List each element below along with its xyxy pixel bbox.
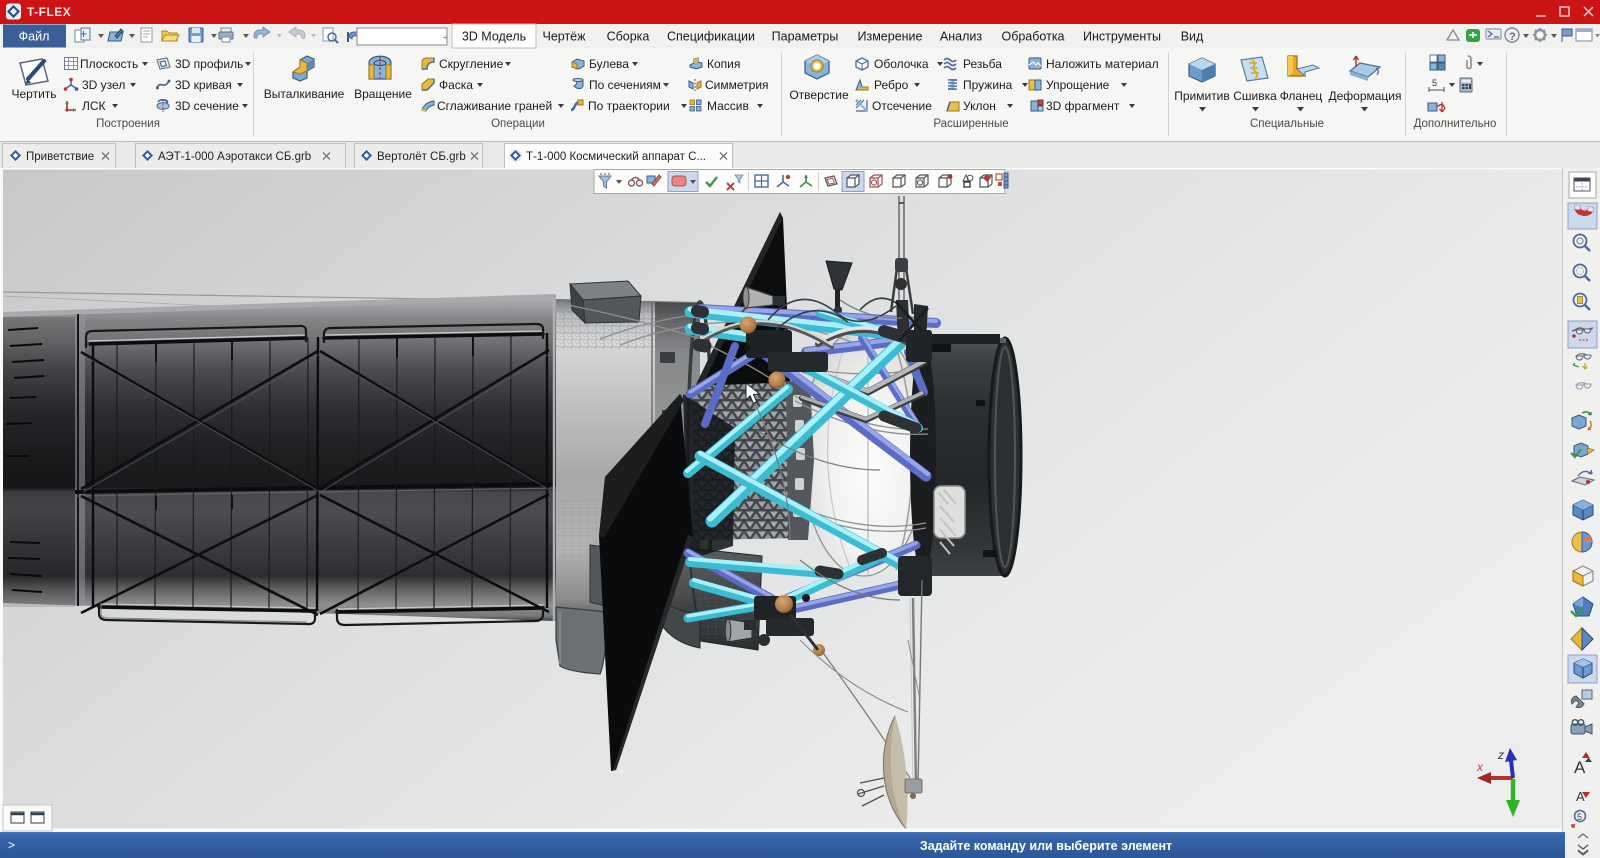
svg-text:Вращение: Вращение [354,87,412,101]
svg-text:3D узел: 3D узел [82,78,125,92]
svg-text:A: A [1576,789,1585,804]
svg-text:Отверстие: Отверстие [789,88,849,102]
svg-text:Задайте команду или выберите э: Задайте команду или выберите элемент [920,839,1172,853]
svg-text:Скругление: Скругление [439,57,504,71]
svg-text:x: x [1476,760,1484,774]
svg-text:Деформация: Деформация [1328,89,1401,103]
svg-text:Фаска: Фаска [439,78,473,92]
svg-text:Наложить материал: Наложить материал [1046,57,1159,71]
svg-text:Ребро: Ребро [874,78,909,92]
svg-text:По траектории: По траектории [588,99,670,113]
svg-text:ЛСК: ЛСК [82,99,106,113]
svg-text:Инструменты: Инструменты [1083,30,1161,44]
svg-text:Симметрия: Симметрия [705,78,769,92]
svg-text:5: 5 [1577,812,1582,822]
svg-text:По сечениям: По сечениям [589,78,661,92]
svg-text:Примитив: Примитив [1174,89,1230,103]
svg-text:3D профиль: 3D профиль [175,57,243,71]
svg-text:T-FLEX: T-FLEX [27,5,71,19]
svg-text:Вид: Вид [1181,30,1204,44]
svg-text:A: A [1574,758,1586,777]
svg-text:Выталкивание: Выталкивание [264,87,345,101]
svg-text:Спецификации: Спецификации [667,30,755,44]
svg-text:Плоскость: Плоскость [80,57,138,71]
svg-text:Пружина: Пружина [963,78,1013,92]
svg-text:÷: ÷ [443,33,448,42]
svg-text:Булева: Булева [589,57,629,71]
svg-text:Массив: Массив [707,99,749,113]
svg-text:Специальные: Специальные [1250,118,1324,130]
svg-text:3D сечение: 3D сечение [175,99,239,113]
svg-text:?: ? [1509,31,1516,43]
svg-text:Операции: Операции [491,118,545,130]
svg-text:Построения: Построения [96,118,160,130]
svg-text:Чертить: Чертить [11,87,56,101]
svg-text:Отсечение: Отсечение [872,99,932,113]
svg-text:Т-1-000 Космический аппарат С.: Т-1-000 Космический аппарат С... [526,151,706,163]
svg-text:Измерение: Измерение [857,30,922,44]
svg-text:Копия: Копия [707,57,740,71]
svg-text:Сглаживание граней: Сглаживание граней [437,99,552,113]
svg-text:z: z [1497,748,1504,762]
svg-text:Приветствие: Приветствие [26,151,94,163]
svg-text:Расширенные: Расширенные [933,118,1008,130]
svg-text:Вертолёт СБ.grb: Вертолёт СБ.grb [377,151,466,163]
svg-text:Уклон: Уклон [963,99,996,113]
svg-text:>: > [8,838,15,852]
svg-text:Сборка: Сборка [607,30,650,44]
svg-text:АЭТ-1-000 Аэротакси СБ.grb: АЭТ-1-000 Аэротакси СБ.grb [158,151,311,163]
svg-text:Сшивка: Сшивка [1233,89,1277,103]
svg-text:5: 5 [1432,78,1437,88]
svg-text:Дополнительно: Дополнительно [1414,118,1497,130]
svg-text:Резьба: Резьба [963,57,1002,71]
svg-text:Чертёж: Чертёж [543,30,587,44]
svg-text:3D фрагмент: 3D фрагмент [1046,99,1120,113]
svg-text:Упрощение: Упрощение [1046,78,1110,92]
svg-text:3D кривая: 3D кривая [175,78,232,92]
svg-text:Анализ: Анализ [940,30,982,44]
svg-text:3D Модель: 3D Модель [462,30,526,44]
svg-text:Параметры: Параметры [772,30,839,44]
svg-text:Оболочка: Оболочка [874,57,929,71]
svg-text:Обработка: Обработка [1001,30,1064,44]
svg-text:Фланец: Фланец [1280,89,1323,103]
svg-text:Файл: Файл [19,30,50,44]
